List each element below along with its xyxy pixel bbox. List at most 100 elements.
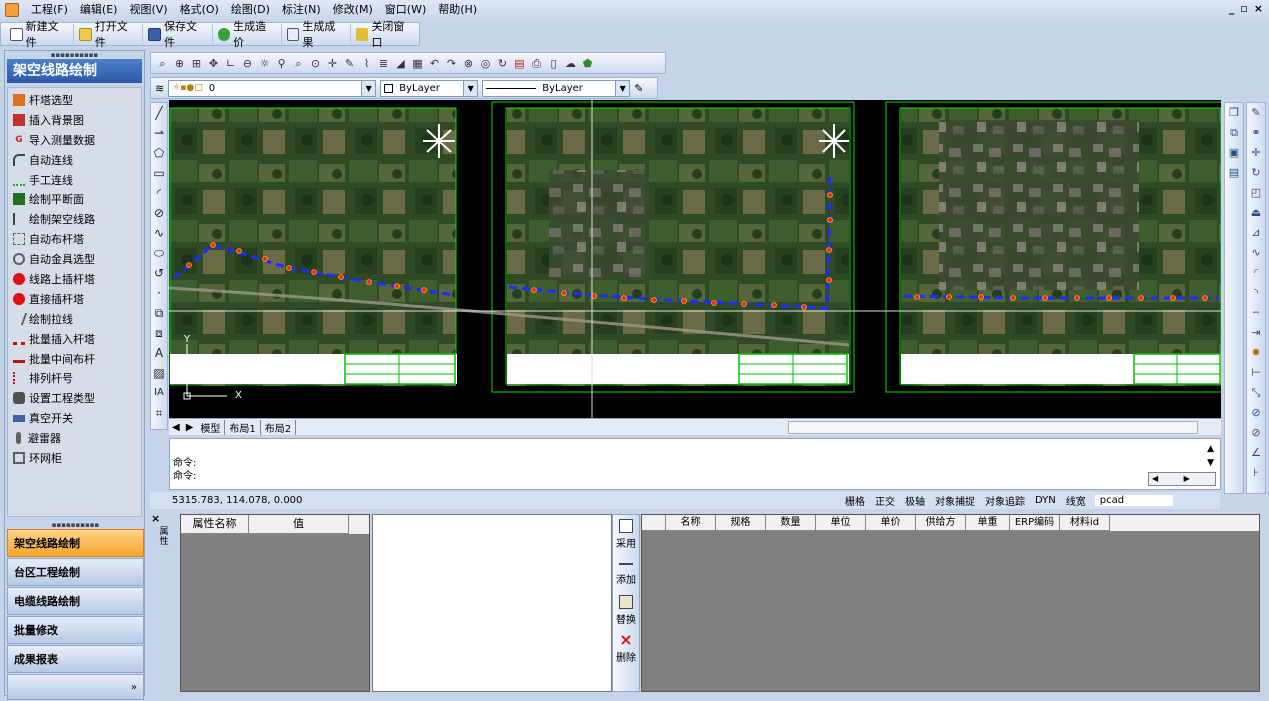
zoom-extents-icon[interactable]: ⊙: [308, 56, 323, 71]
sidebar-item[interactable]: 直接插杆塔: [8, 289, 141, 309]
menu-format[interactable]: 格式(O): [174, 0, 225, 20]
toggle-lineweight[interactable]: 线宽: [1061, 493, 1091, 508]
circle-icon[interactable]: ⊘: [151, 203, 167, 223]
trim-icon[interactable]: ∿: [1247, 243, 1265, 263]
dim-baseline-icon[interactable]: ⊦: [1247, 463, 1265, 483]
col-name[interactable]: 名称: [666, 515, 716, 531]
region-icon[interactable]: ⌗: [151, 403, 167, 423]
menu-modify[interactable]: 修改(M): [327, 0, 379, 20]
restore-button[interactable]: ▫: [1240, 2, 1247, 15]
brush-icon[interactable]: ✎: [634, 82, 643, 95]
dim-aligned-icon[interactable]: ⤡: [1247, 383, 1265, 403]
menu-view[interactable]: 视图(V): [123, 0, 173, 20]
tabs-grip[interactable]: ▪▪▪▪▪▪▪▪▪▪: [7, 521, 144, 529]
toggle-grid[interactable]: 栅格: [840, 493, 870, 508]
col-unit[interactable]: 单位: [816, 515, 866, 531]
replace-button[interactable]: 替换: [613, 591, 639, 629]
print-icon[interactable]: ⎙: [529, 56, 544, 71]
menu-window[interactable]: 窗口(W): [379, 0, 432, 20]
close-icon[interactable]: ×: [150, 512, 178, 525]
command-window[interactable]: 命令: 命令: ▲ ▼ ◀ ▶: [169, 438, 1221, 490]
line-icon[interactable]: ╱: [151, 103, 167, 123]
tab-scroll-left-icon[interactable]: ◀: [169, 422, 183, 433]
app-icon[interactable]: [5, 3, 19, 17]
explode-icon[interactable]: ✸: [1247, 343, 1265, 363]
dim-diameter-icon[interactable]: ⊘: [1247, 423, 1265, 443]
new-file-button[interactable]: 新建文件: [5, 20, 75, 49]
delete-button[interactable]: × 删除: [613, 629, 639, 667]
toggle-osnap[interactable]: 对象捕捉: [930, 493, 980, 508]
light-icon[interactable]: ☼: [257, 56, 272, 71]
angle-icon[interactable]: ∟: [223, 56, 238, 71]
arc-icon[interactable]: ◜: [151, 183, 167, 203]
sidebar-item[interactable]: 绘制架空线路: [8, 209, 141, 229]
menu-edit[interactable]: 编辑(E): [74, 0, 124, 20]
toggle-ortho[interactable]: 正交: [870, 493, 900, 508]
offset-icon[interactable]: ▣: [1225, 143, 1243, 163]
undo-icon[interactable]: ↶: [427, 56, 442, 71]
toggle-dyn[interactable]: DYN: [1030, 495, 1061, 506]
toggle-polar[interactable]: 极轴: [900, 493, 930, 508]
sidebar-item[interactable]: 绘制拉线: [8, 309, 141, 329]
linetype-select[interactable]: ByLayer ▼: [482, 79, 631, 97]
col-unit-weight[interactable]: 单重: [966, 515, 1010, 531]
tab-cable-line[interactable]: 电缆线路绘制: [7, 587, 144, 615]
polyline-icon[interactable]: ⇀: [151, 123, 167, 143]
sidebar-item[interactable]: 自动连线: [8, 150, 141, 170]
minimize-button[interactable]: _: [1229, 2, 1235, 15]
join-icon[interactable]: ⇥: [1247, 323, 1265, 343]
array-icon[interactable]: ▤: [1225, 163, 1243, 183]
mtext-icon[interactable]: IA: [151, 383, 167, 403]
break-icon[interactable]: ╌: [1247, 303, 1265, 323]
col-attribute-name[interactable]: 属性名称: [181, 515, 249, 534]
mirror-icon[interactable]: ⧉: [1225, 123, 1243, 143]
tab-substation[interactable]: 台区工程绘制: [7, 558, 144, 586]
col-value[interactable]: 值: [249, 515, 349, 534]
tab-layout2[interactable]: 布局2: [261, 419, 297, 435]
menu-dimension[interactable]: 标注(N): [276, 0, 327, 20]
sidebar-item[interactable]: 批量中间布杆: [8, 349, 141, 369]
erase-icon[interactable]: ✎: [1247, 103, 1265, 123]
sidebar-item[interactable]: 线路上插杆塔: [8, 269, 141, 289]
col-quantity[interactable]: 数量: [766, 515, 816, 531]
add-button[interactable]: 添加: [613, 553, 639, 591]
tabs-overflow-button[interactable]: »: [7, 674, 144, 700]
save-file-button[interactable]: 保存文件: [143, 20, 213, 49]
sidebar-item[interactable]: 插入背景图: [8, 110, 141, 130]
toggle-pcad[interactable]: pcad: [1094, 495, 1173, 506]
make-block-icon[interactable]: ⧈: [151, 323, 167, 343]
zoom-window-icon[interactable]: ⊞: [189, 56, 204, 71]
sidebar-item[interactable]: 绘制平断面: [8, 189, 141, 209]
stretch-icon[interactable]: ⏏: [1247, 203, 1265, 223]
sidebar-item[interactable]: 手工连线: [8, 170, 141, 190]
match-properties-icon[interactable]: ◢: [393, 56, 408, 71]
dim-radius-icon[interactable]: ⊘: [1247, 403, 1265, 423]
color-select[interactable]: ByLayer ▼: [380, 79, 479, 97]
sidebar-item[interactable]: 批量插入杆塔: [8, 329, 141, 349]
command-scroll-up-icon[interactable]: ▲: [1207, 443, 1214, 456]
pin-icon[interactable]: ⚲: [274, 56, 289, 71]
tab-model[interactable]: 模型: [196, 419, 226, 435]
rectangle-icon[interactable]: ▭: [151, 163, 167, 183]
drawing-canvas[interactable]: Y X: [169, 100, 1221, 418]
dim-angle-icon[interactable]: ∠: [1247, 443, 1265, 463]
sidebar-item[interactable]: 自动金具选型: [8, 249, 141, 269]
adopt-button[interactable]: 采用: [613, 515, 639, 553]
horizontal-scrollbar[interactable]: [788, 420, 1199, 434]
move-icon[interactable]: ✛: [1247, 143, 1265, 163]
tab-batch-modify[interactable]: 批量修改: [7, 616, 144, 644]
sidebar-item[interactable]: 自动布杆塔: [8, 229, 141, 249]
point-icon[interactable]: ·: [151, 283, 167, 303]
close-window-button[interactable]: 关闭窗口: [351, 20, 419, 49]
close-button[interactable]: ×: [1254, 2, 1263, 15]
grid-icon[interactable]: ▦: [410, 56, 425, 71]
fillet-icon[interactable]: ◜: [1247, 263, 1265, 283]
layer-manager-icon[interactable]: ≋: [155, 82, 164, 95]
menu-project[interactable]: 工程(F): [25, 0, 74, 20]
redo-icon[interactable]: ↷: [444, 56, 459, 71]
lock-icon[interactable]: ⊗: [461, 56, 476, 71]
shape-icon[interactable]: ⬟: [580, 56, 595, 71]
tab-overhead-line[interactable]: 架空线路绘制: [7, 529, 144, 557]
copy-icon[interactable]: ❐: [1225, 103, 1243, 123]
pdf-icon[interactable]: ▤: [512, 56, 527, 71]
